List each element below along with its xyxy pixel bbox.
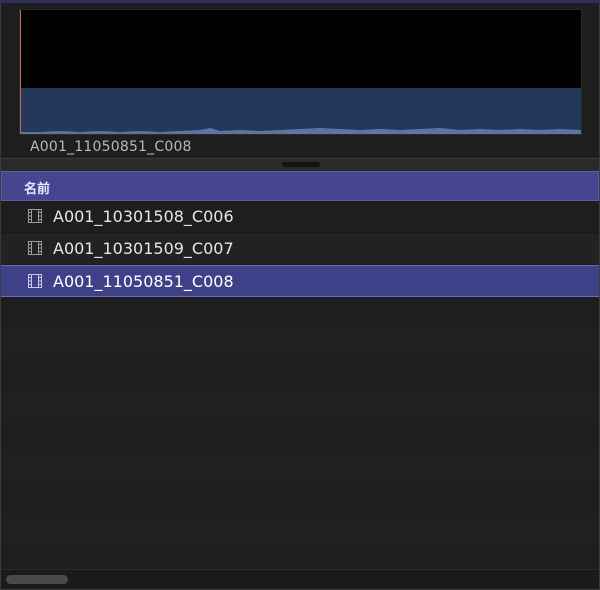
clip-name: A001_10301509_C007 [53, 239, 234, 258]
empty-list-area [1, 297, 599, 569]
scrollbar-thumb[interactable] [6, 575, 68, 584]
clip-name: A001_10301508_C006 [53, 207, 234, 226]
list-item[interactable]: A001_10301509_C007 [1, 233, 599, 265]
clip-filmstrip-preview[interactable] [19, 9, 582, 135]
audio-waveform [20, 88, 581, 134]
playhead[interactable] [20, 10, 21, 134]
preview-clip-name: A001_11050851_C008 [30, 139, 192, 155]
waveform-peaks [20, 128, 581, 134]
list-item-selected[interactable]: A001_11050851_C008 [1, 265, 599, 297]
divider-grip-handle[interactable] [282, 162, 320, 167]
list-item[interactable]: A001_10301508_C006 [1, 201, 599, 233]
film-clip-icon [28, 241, 42, 255]
column-header-name[interactable]: 名前 [1, 171, 599, 201]
film-clip-icon [28, 274, 42, 288]
top-accent-bar [0, 0, 600, 3]
horizontal-scrollbar[interactable] [1, 569, 599, 588]
clip-name: A001_11050851_C008 [53, 272, 234, 291]
pane-divider[interactable] [1, 158, 599, 172]
film-clip-icon [28, 209, 42, 223]
column-header-label: 名前 [24, 182, 51, 197]
clip-list: A001_10301508_C006 A001_10301509_C007 A0… [1, 201, 599, 297]
